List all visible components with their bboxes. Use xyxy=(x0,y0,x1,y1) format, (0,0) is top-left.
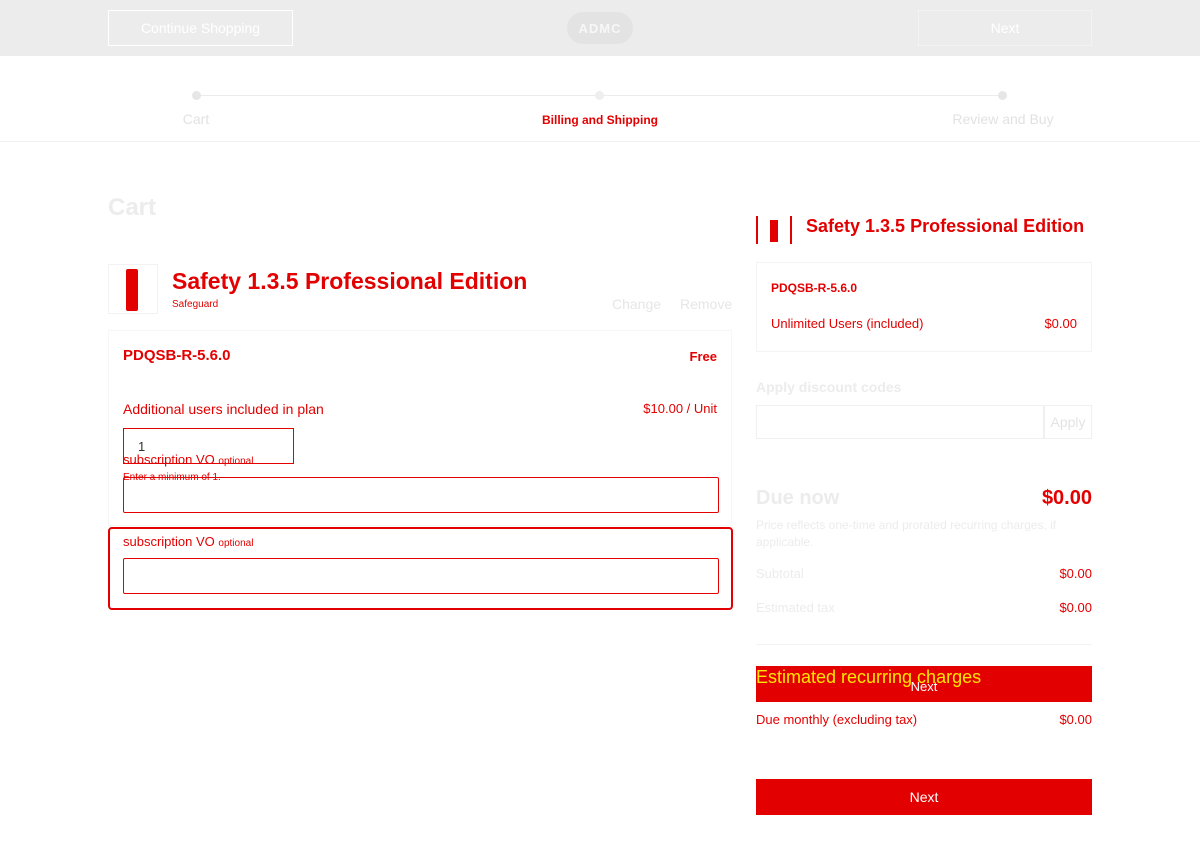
discount-label: Apply discount codes xyxy=(756,379,902,395)
summary-product-thumbnail xyxy=(756,216,792,244)
due-now-label: Due now xyxy=(756,487,840,509)
product-name: Safety 1.3.5 Professional Edition xyxy=(172,268,528,294)
subtotal-label: Subtotal xyxy=(756,566,804,581)
page-title: Cart xyxy=(108,194,157,221)
optional-tag: optional xyxy=(218,538,254,549)
step-label-billing: Billing and Shipping xyxy=(542,113,658,127)
step-label-review: Review and Buy xyxy=(952,111,1054,127)
remove-link[interactable]: Remove xyxy=(680,296,732,312)
next-button-top[interactable]: Next xyxy=(918,10,1092,46)
brand-logo: ADMC xyxy=(567,12,633,44)
additional-users-price: $10.00 / Unit xyxy=(643,401,717,416)
optional-tag: optional xyxy=(218,456,254,467)
estimated-tax-label: Estimated tax xyxy=(756,600,835,615)
summary-plan-card: PDQSB-R-5.6.0 Unlimited Users (included)… xyxy=(756,262,1092,352)
subscription-vo-card: subscription VO optional xyxy=(108,527,733,610)
summary-plan-name: PDQSB-R-5.6.0 xyxy=(771,281,858,295)
field-label-text: subscription VO xyxy=(123,452,215,467)
checkout-stepper: Cart Billing and Shipping Review and Buy xyxy=(0,56,1200,142)
additional-users-label: Additional users included in plan xyxy=(123,401,324,417)
summary-users-price: $0.00 xyxy=(1044,316,1077,331)
plan-price: Free xyxy=(689,349,717,364)
subscription-vo-label: subscription VO optional xyxy=(123,452,253,467)
plan-name: PDQSB-R-5.6.0 xyxy=(123,347,231,364)
step-label-cart[interactable]: Cart xyxy=(183,111,209,127)
continue-shopping-button[interactable]: Continue Shopping xyxy=(108,10,293,46)
summary-product-name: Safety 1.3.5 Professional Edition xyxy=(806,216,1085,236)
due-now-value: $0.00 xyxy=(1041,487,1092,509)
discount-code-input[interactable] xyxy=(756,405,1044,439)
top-bar: Continue Shopping ADMC Next xyxy=(0,0,1200,56)
step-connector xyxy=(604,95,999,96)
subscription-vo-input[interactable] xyxy=(123,477,719,513)
due-monthly-label: Due monthly (excluding tax) xyxy=(756,712,918,727)
subscription-vo-label: subscription VO optional xyxy=(123,534,253,549)
product-header: Safety 1.3.5 Professional Edition Safegu… xyxy=(108,264,732,316)
next-button[interactable]: Next xyxy=(756,779,1092,815)
due-monthly-value: $0.00 xyxy=(1059,712,1092,727)
product-subtitle: Safeguard xyxy=(172,299,219,310)
subtotal-value: $0.00 xyxy=(1059,566,1092,581)
field-label-text: subscription VO xyxy=(123,534,215,549)
product-thumbnail xyxy=(108,264,158,314)
plan-card: PDQSB-R-5.6.0 Free Additional users incl… xyxy=(108,330,732,526)
step-dot-billing xyxy=(595,91,604,100)
summary-divider xyxy=(756,644,1092,645)
change-link[interactable]: Change xyxy=(612,296,661,312)
estimated-tax-value: $0.00 xyxy=(1059,600,1092,615)
due-now-note: Price reflects one-time and prorated rec… xyxy=(756,518,1057,549)
step-connector xyxy=(201,95,596,96)
step-dot-cart xyxy=(192,91,201,100)
apply-discount-button[interactable]: Apply xyxy=(1044,405,1092,439)
step-dot-review xyxy=(998,91,1007,100)
recurring-charges-title: Estimated recurring charges xyxy=(756,667,982,687)
recurring-charges-bar[interactable]: Next Estimated recurring charges xyxy=(756,666,1092,702)
summary-header: Safety 1.3.5 Professional Edition xyxy=(756,212,1092,246)
summary-users-label: Unlimited Users (included) xyxy=(771,316,924,331)
subscription-vo-input-2[interactable] xyxy=(123,558,719,594)
